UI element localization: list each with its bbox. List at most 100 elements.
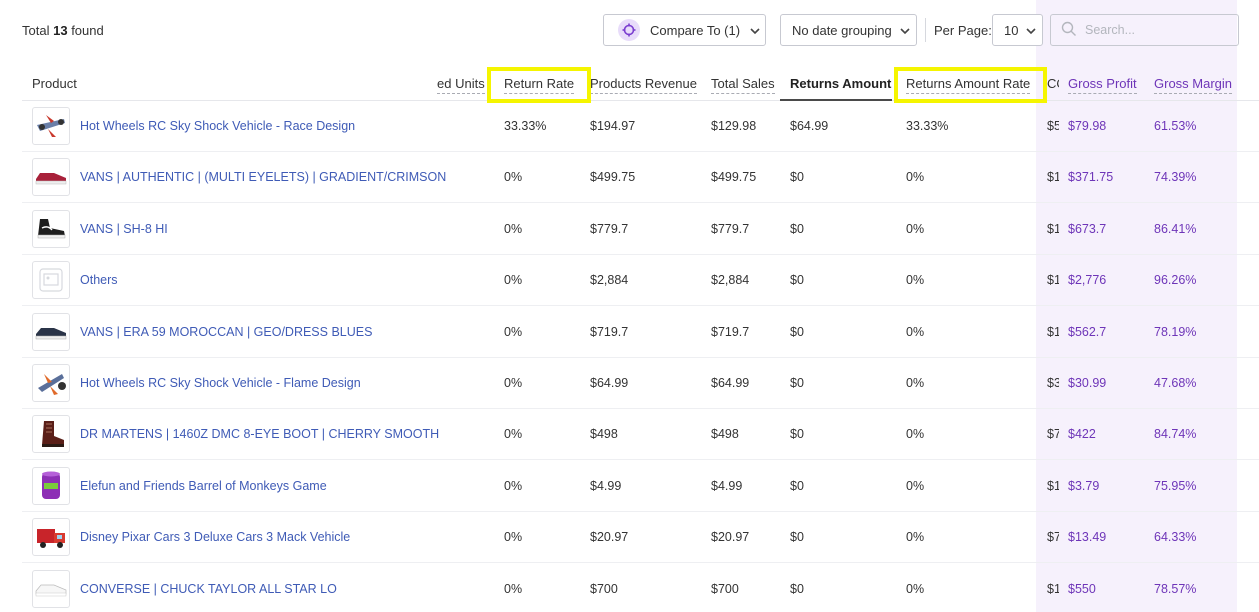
product-name-link[interactable]: Hot Wheels RC Sky Shock Vehicle - Flame … xyxy=(80,376,361,390)
table-row: DR MARTENS | 1460Z DMC 8-EYE BOOT | CHER… xyxy=(22,409,1259,461)
cell-total-sales: $2,884 xyxy=(711,273,750,288)
col-gross-margin[interactable]: Gross Margin xyxy=(1154,76,1233,94)
cell-return-rate: 0% xyxy=(504,581,523,596)
table-row: Hot Wheels RC Sky Shock Vehicle - Race D… xyxy=(22,101,1259,152)
product-name-link[interactable]: Hot Wheels RC Sky Shock Vehicle - Race D… xyxy=(80,119,355,133)
cell-gross-margin: 47.68% xyxy=(1154,376,1197,390)
search-box[interactable] xyxy=(1050,14,1239,46)
cell-gross-margin: 61.53% xyxy=(1154,119,1197,133)
cell-gross-margin: 86.41% xyxy=(1154,221,1197,236)
product-thumbnail xyxy=(32,415,70,454)
product-name-link[interactable]: Disney Pixar Cars 3 Deluxe Cars 3 Mack V… xyxy=(80,530,350,544)
cell-products-revenue: $498 xyxy=(590,427,618,442)
cell-cogs: $1 xyxy=(1047,478,1059,493)
cell-gross-profit: $422 xyxy=(1068,427,1096,442)
col-gross-profit[interactable]: Gross Profit xyxy=(1068,76,1137,94)
cell-total-sales: $719.7 xyxy=(711,324,750,339)
cell-return-rate: 0% xyxy=(504,530,523,545)
cell-gross-profit: $79.98 xyxy=(1068,119,1107,133)
table-row: Hot Wheels RC Sky Shock Vehicle - Flame … xyxy=(22,358,1259,409)
col-products-revenue[interactable]: Products Revenue xyxy=(590,76,697,94)
chevron-down-icon xyxy=(1026,23,1037,38)
cell-returns-amount-rate: 0% xyxy=(906,581,925,596)
col-product[interactable]: Product xyxy=(32,76,77,91)
col-ordered-units[interactable]: ed Units xyxy=(437,76,485,94)
cell-total-sales: $700 xyxy=(711,581,739,596)
table-row: CONVERSE | CHUCK TAYLOR ALL STAR LO 0% $70… xyxy=(22,564,1259,612)
highlight-box-returns-amount-rate xyxy=(894,67,1047,103)
cell-cogs: $7 xyxy=(1047,427,1059,442)
cell-returns-amount-rate: 0% xyxy=(906,427,925,442)
cell-total-sales: $498 xyxy=(711,427,739,442)
cell-gross-margin: 96.26% xyxy=(1154,273,1197,288)
cell-gross-profit: $550 xyxy=(1068,581,1096,596)
product-thumbnail xyxy=(32,518,70,557)
cell-return-rate: 0% xyxy=(504,324,523,339)
cell-gross-margin: 75.95% xyxy=(1154,478,1197,493)
table-header: Product ed Units Return Rate Products Re… xyxy=(22,66,1259,101)
cell-cogs: $3 xyxy=(1047,376,1059,390)
cell-total-sales: $779.7 xyxy=(711,221,750,236)
per-page-value: 10 xyxy=(1004,22,1019,38)
date-grouping-select[interactable]: No date grouping xyxy=(780,14,917,46)
product-thumbnail xyxy=(32,364,70,402)
date-grouping-value: No date grouping xyxy=(792,22,892,38)
product-thumbnail xyxy=(32,158,70,197)
cell-gross-margin: 78.19% xyxy=(1154,324,1197,339)
table-row: VANS | AUTHENTIC | (MULTI EYELETS) | GRA… xyxy=(22,152,1259,204)
cell-returns-amount-rate: 0% xyxy=(906,324,925,339)
cell-total-sales: $4.99 xyxy=(711,478,743,493)
results-count: Total 13 found xyxy=(22,23,104,38)
product-name-link[interactable]: VANS | ERA 59 MOROCCAN | GEO/DRESS BLUES xyxy=(80,325,372,339)
cell-returns-amount: $0 xyxy=(790,273,804,288)
cell-total-sales: $499.75 xyxy=(711,170,757,185)
col-returns-amount[interactable]: Returns Amount xyxy=(790,76,891,91)
cell-gross-margin: 74.39% xyxy=(1154,170,1197,185)
table-row: Others 0% $2,884 $2,884 $0 0% $1 $2,776 96.26% xyxy=(22,255,1259,307)
cell-return-rate: 0% xyxy=(504,427,523,442)
cell-return-rate: 33.33% xyxy=(504,119,547,133)
cell-returns-amount-rate: 0% xyxy=(906,170,925,185)
compare-to-button[interactable]: Compare To (1) xyxy=(603,14,766,46)
cell-total-sales: $129.98 xyxy=(711,119,757,133)
product-name-link[interactable]: VANS | AUTHENTIC | (MULTI EYELETS) | GRA… xyxy=(80,170,446,184)
table-toolbar: Total 13 found Compare To (1) No date gr… xyxy=(0,0,1259,62)
cell-returns-amount: $0 xyxy=(790,324,804,339)
search-input[interactable] xyxy=(1085,23,1235,37)
per-page-label: Per Page: xyxy=(934,23,992,38)
cell-gross-margin: 64.33% xyxy=(1154,530,1197,545)
col-total-sales[interactable]: Total Sales xyxy=(711,76,775,94)
cell-cogs: $5 xyxy=(1047,119,1059,133)
cell-returns-amount: $0 xyxy=(790,427,804,442)
cell-products-revenue: $2,884 xyxy=(590,273,629,288)
cell-returns-amount: $0 xyxy=(790,170,804,185)
toolbar-divider xyxy=(925,18,926,42)
col-cogs[interactable]: CO xyxy=(1047,76,1059,91)
product-name-link[interactable]: CONVERSE | CHUCK TAYLOR ALL STAR LO xyxy=(80,582,337,596)
product-name-link[interactable]: Others xyxy=(80,273,118,287)
per-page-select[interactable]: 10 xyxy=(992,14,1043,46)
product-name-link[interactable]: VANS | SH-8 HI xyxy=(80,222,168,236)
search-icon xyxy=(1061,21,1077,40)
cell-cogs: $7 xyxy=(1047,530,1059,545)
product-thumbnail xyxy=(32,312,70,351)
compare-to-label: Compare To (1) xyxy=(650,22,741,38)
highlight-box-return-rate xyxy=(487,67,591,103)
product-name-link[interactable]: Elefun and Friends Barrel of Monkeys Gam… xyxy=(80,479,327,493)
cell-gross-profit: $3.79 xyxy=(1068,478,1100,493)
product-thumbnail xyxy=(32,209,70,248)
cell-returns-amount-rate: 0% xyxy=(906,273,925,288)
chevron-down-icon xyxy=(900,23,910,38)
product-thumbnail xyxy=(32,466,70,505)
product-name-link[interactable]: DR MARTENS | 1460Z DMC 8-EYE BOOT | CHER… xyxy=(80,427,439,441)
cell-cogs: $1 xyxy=(1047,273,1059,288)
cell-return-rate: 0% xyxy=(504,376,523,390)
table-row: VANS | ERA 59 MOROCCAN | GEO/DRESS BLUES… xyxy=(22,307,1259,358)
cell-return-rate: 0% xyxy=(504,478,523,493)
cell-returns-amount-rate: 0% xyxy=(906,478,925,493)
cell-returns-amount: $0 xyxy=(790,376,804,390)
product-thumbnail xyxy=(32,569,70,608)
cell-gross-profit: $2,776 xyxy=(1068,273,1107,288)
cell-returns-amount: $0 xyxy=(790,581,804,596)
cell-gross-profit: $562.7 xyxy=(1068,324,1107,339)
